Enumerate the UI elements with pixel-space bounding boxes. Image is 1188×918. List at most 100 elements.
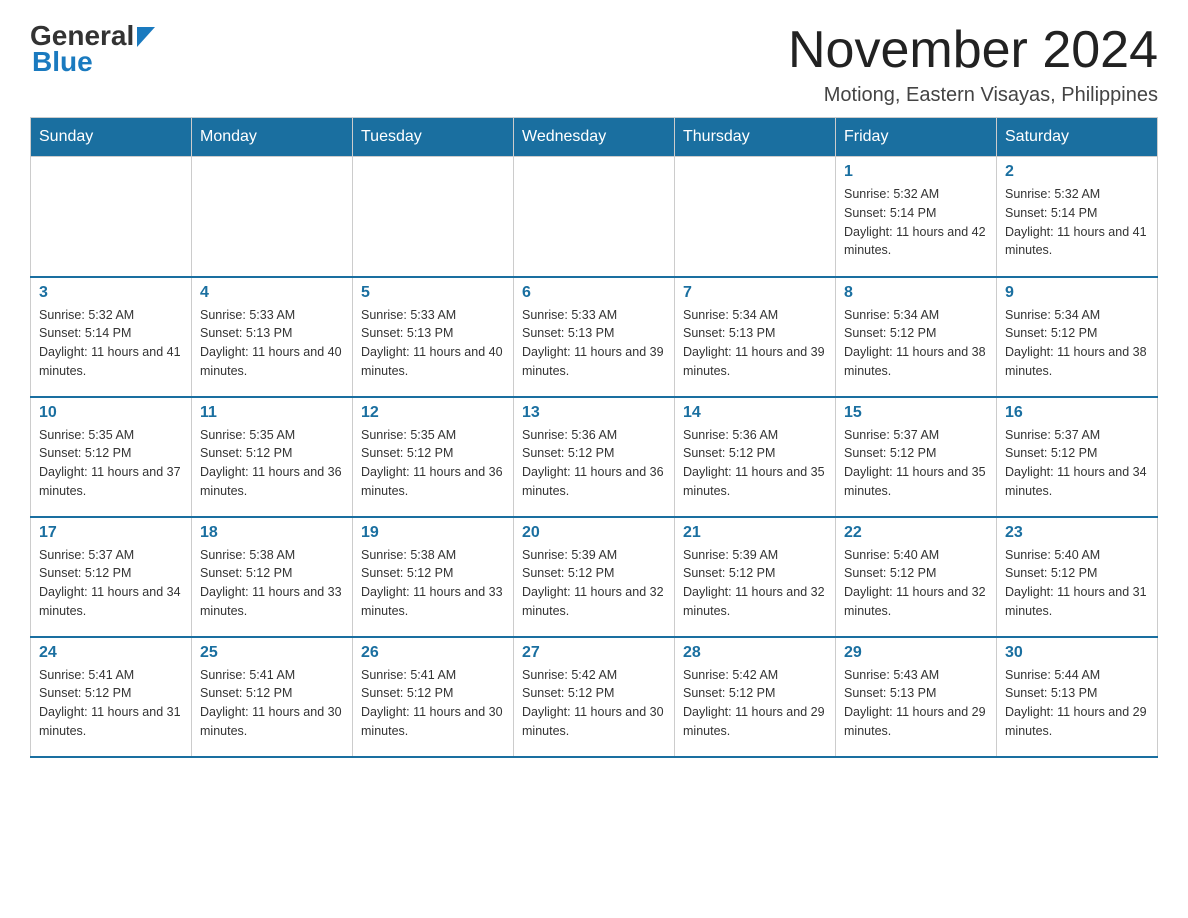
day-info: Sunrise: 5:38 AM Sunset: 5:12 PM Dayligh…: [361, 546, 505, 621]
day-info: Sunrise: 5:36 AM Sunset: 5:12 PM Dayligh…: [683, 426, 827, 501]
calendar-day-cell: 21 Sunrise: 5:39 AM Sunset: 5:12 PM Dayli…: [675, 517, 836, 637]
day-number: 25: [200, 644, 344, 662]
day-info: Sunrise: 5:37 AM Sunset: 5:12 PM Dayligh…: [39, 546, 183, 621]
day-number: 6: [522, 284, 666, 302]
calendar-day-cell: 4 Sunrise: 5:33 AM Sunset: 5:13 PM Daylig…: [192, 277, 353, 397]
day-number: 16: [1005, 404, 1149, 422]
day-of-week-header: Sunday: [31, 118, 192, 157]
location-text: Motiong, Eastern Visayas, Philippines: [788, 84, 1158, 107]
day-number: 27: [522, 644, 666, 662]
calendar-day-cell: 8 Sunrise: 5:34 AM Sunset: 5:12 PM Daylig…: [836, 277, 997, 397]
day-number: 21: [683, 524, 827, 542]
logo: General Blue: [30, 20, 155, 78]
logo-arrow-icon: [137, 22, 155, 54]
calendar-week-row: 3 Sunrise: 5:32 AM Sunset: 5:14 PM Daylig…: [31, 277, 1158, 397]
month-title: November 2024: [788, 20, 1158, 80]
calendar-day-cell: 17 Sunrise: 5:37 AM Sunset: 5:12 PM Dayli…: [31, 517, 192, 637]
day-info: Sunrise: 5:41 AM Sunset: 5:12 PM Dayligh…: [39, 666, 183, 741]
day-info: Sunrise: 5:35 AM Sunset: 5:12 PM Dayligh…: [200, 426, 344, 501]
calendar-day-cell: 26 Sunrise: 5:41 AM Sunset: 5:12 PM Dayli…: [353, 637, 514, 757]
day-number: 14: [683, 404, 827, 422]
day-number: 28: [683, 644, 827, 662]
day-info: Sunrise: 5:43 AM Sunset: 5:13 PM Dayligh…: [844, 666, 988, 741]
day-number: 12: [361, 404, 505, 422]
calendar-day-cell: [31, 157, 192, 277]
day-number: 10: [39, 404, 183, 422]
calendar-day-cell: 23 Sunrise: 5:40 AM Sunset: 5:12 PM Dayli…: [997, 517, 1158, 637]
day-number: 3: [39, 284, 183, 302]
day-number: 5: [361, 284, 505, 302]
calendar-table: SundayMondayTuesdayWednesdayThursdayFrid…: [30, 117, 1158, 758]
calendar-day-cell: 5 Sunrise: 5:33 AM Sunset: 5:13 PM Daylig…: [353, 277, 514, 397]
calendar-day-cell: 29 Sunrise: 5:43 AM Sunset: 5:13 PM Dayli…: [836, 637, 997, 757]
day-number: 24: [39, 644, 183, 662]
day-info: Sunrise: 5:33 AM Sunset: 5:13 PM Dayligh…: [361, 306, 505, 381]
day-info: Sunrise: 5:40 AM Sunset: 5:12 PM Dayligh…: [1005, 546, 1149, 621]
calendar-week-row: 24 Sunrise: 5:41 AM Sunset: 5:12 PM Dayli…: [31, 637, 1158, 757]
day-of-week-header: Saturday: [997, 118, 1158, 157]
day-info: Sunrise: 5:40 AM Sunset: 5:12 PM Dayligh…: [844, 546, 988, 621]
calendar-day-cell: [675, 157, 836, 277]
day-number: 26: [361, 644, 505, 662]
calendar-day-cell: 20 Sunrise: 5:39 AM Sunset: 5:12 PM Dayli…: [514, 517, 675, 637]
calendar-header-row: SundayMondayTuesdayWednesdayThursdayFrid…: [31, 118, 1158, 157]
day-number: 9: [1005, 284, 1149, 302]
page-header: General Blue November 2024 Motiong, East…: [30, 20, 1158, 107]
day-info: Sunrise: 5:38 AM Sunset: 5:12 PM Dayligh…: [200, 546, 344, 621]
calendar-week-row: 1 Sunrise: 5:32 AM Sunset: 5:14 PM Daylig…: [31, 157, 1158, 277]
calendar-day-cell: 9Sunrise: 5:34 AM Sunset: 5:12 PM Daylig…: [997, 277, 1158, 397]
day-number: 18: [200, 524, 344, 542]
day-number: 11: [200, 404, 344, 422]
calendar-day-cell: 28 Sunrise: 5:42 AM Sunset: 5:12 PM Dayli…: [675, 637, 836, 757]
calendar-day-cell: 25 Sunrise: 5:41 AM Sunset: 5:12 PM Dayli…: [192, 637, 353, 757]
calendar-day-cell: 12Sunrise: 5:35 AM Sunset: 5:12 PM Dayli…: [353, 397, 514, 517]
title-section: November 2024 Motiong, Eastern Visayas, …: [788, 20, 1158, 107]
calendar-day-cell: 15 Sunrise: 5:37 AM Sunset: 5:12 PM Dayli…: [836, 397, 997, 517]
day-info: Sunrise: 5:35 AM Sunset: 5:12 PM Dayligh…: [39, 426, 183, 501]
day-info: Sunrise: 5:34 AM Sunset: 5:12 PM Dayligh…: [844, 306, 988, 381]
day-of-week-header: Friday: [836, 118, 997, 157]
day-info: Sunrise: 5:41 AM Sunset: 5:12 PM Dayligh…: [200, 666, 344, 741]
calendar-day-cell: 6Sunrise: 5:33 AM Sunset: 5:13 PM Daylig…: [514, 277, 675, 397]
calendar-day-cell: 1 Sunrise: 5:32 AM Sunset: 5:14 PM Daylig…: [836, 157, 997, 277]
day-number: 17: [39, 524, 183, 542]
day-number: 8: [844, 284, 988, 302]
day-of-week-header: Monday: [192, 118, 353, 157]
day-of-week-header: Thursday: [675, 118, 836, 157]
day-info: Sunrise: 5:42 AM Sunset: 5:12 PM Dayligh…: [683, 666, 827, 741]
day-info: Sunrise: 5:34 AM Sunset: 5:13 PM Dayligh…: [683, 306, 827, 381]
calendar-day-cell: 13 Sunrise: 5:36 AM Sunset: 5:12 PM Dayli…: [514, 397, 675, 517]
day-info: Sunrise: 5:39 AM Sunset: 5:12 PM Dayligh…: [683, 546, 827, 621]
calendar-day-cell: 11 Sunrise: 5:35 AM Sunset: 5:12 PM Dayli…: [192, 397, 353, 517]
day-info: Sunrise: 5:36 AM Sunset: 5:12 PM Dayligh…: [522, 426, 666, 501]
day-info: Sunrise: 5:39 AM Sunset: 5:12 PM Dayligh…: [522, 546, 666, 621]
calendar-day-cell: 18 Sunrise: 5:38 AM Sunset: 5:12 PM Dayli…: [192, 517, 353, 637]
day-number: 15: [844, 404, 988, 422]
calendar-day-cell: 30Sunrise: 5:44 AM Sunset: 5:13 PM Dayli…: [997, 637, 1158, 757]
day-number: 13: [522, 404, 666, 422]
day-number: 22: [844, 524, 988, 542]
day-number: 4: [200, 284, 344, 302]
day-number: 23: [1005, 524, 1149, 542]
day-number: 7: [683, 284, 827, 302]
day-number: 29: [844, 644, 988, 662]
day-info: Sunrise: 5:32 AM Sunset: 5:14 PM Dayligh…: [844, 185, 988, 260]
calendar-week-row: 10 Sunrise: 5:35 AM Sunset: 5:12 PM Dayli…: [31, 397, 1158, 517]
calendar-day-cell: 14 Sunrise: 5:36 AM Sunset: 5:12 PM Dayli…: [675, 397, 836, 517]
calendar-day-cell: 10 Sunrise: 5:35 AM Sunset: 5:12 PM Dayli…: [31, 397, 192, 517]
day-info: Sunrise: 5:44 AM Sunset: 5:13 PM Dayligh…: [1005, 666, 1149, 741]
day-number: 19: [361, 524, 505, 542]
day-info: Sunrise: 5:37 AM Sunset: 5:12 PM Dayligh…: [1005, 426, 1149, 501]
calendar-day-cell: [514, 157, 675, 277]
day-number: 20: [522, 524, 666, 542]
day-info: Sunrise: 5:33 AM Sunset: 5:13 PM Dayligh…: [200, 306, 344, 381]
calendar-day-cell: 16 Sunrise: 5:37 AM Sunset: 5:12 PM Dayli…: [997, 397, 1158, 517]
calendar-day-cell: [192, 157, 353, 277]
day-info: Sunrise: 5:41 AM Sunset: 5:12 PM Dayligh…: [361, 666, 505, 741]
calendar-day-cell: 22 Sunrise: 5:40 AM Sunset: 5:12 PM Dayli…: [836, 517, 997, 637]
calendar-day-cell: 24 Sunrise: 5:41 AM Sunset: 5:12 PM Dayli…: [31, 637, 192, 757]
day-info: Sunrise: 5:37 AM Sunset: 5:12 PM Dayligh…: [844, 426, 988, 501]
day-info: Sunrise: 5:32 AM Sunset: 5:14 PM Dayligh…: [39, 306, 183, 381]
calendar-day-cell: 2Sunrise: 5:32 AM Sunset: 5:14 PM Daylig…: [997, 157, 1158, 277]
day-number: 1: [844, 163, 988, 181]
